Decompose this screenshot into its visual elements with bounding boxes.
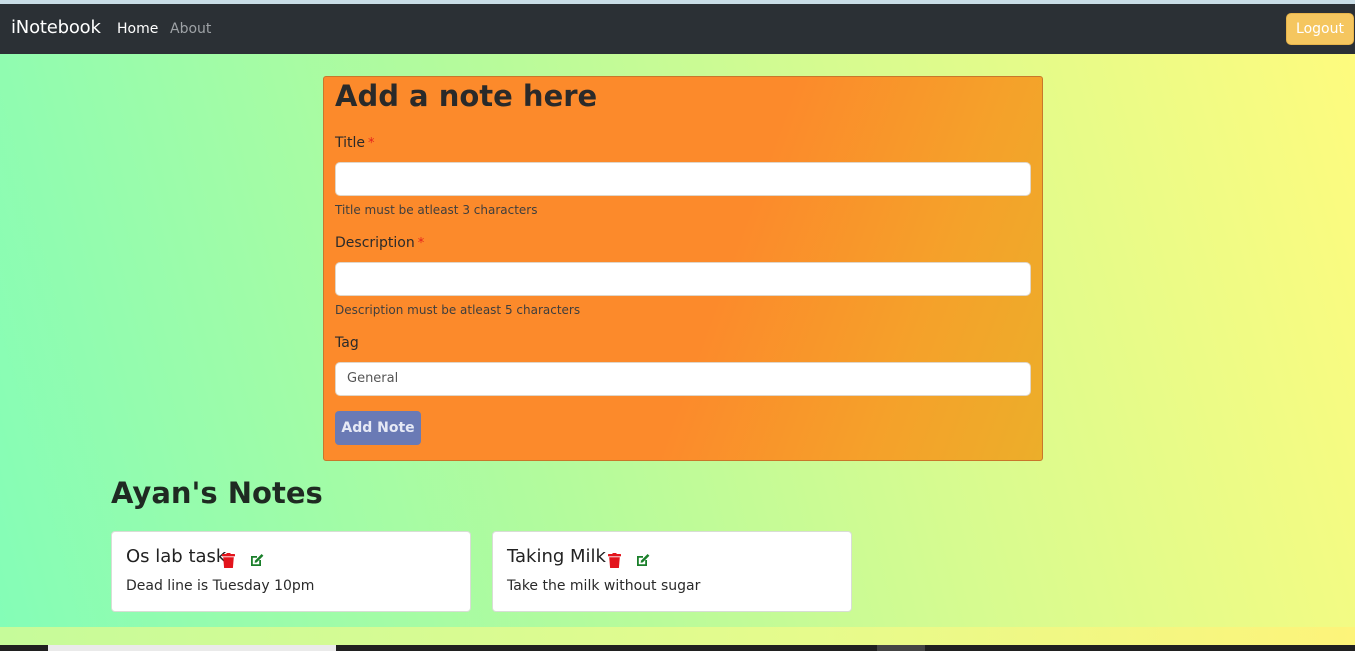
nav-link-home[interactable]: Home [117,21,158,37]
taskbar-item[interactable] [877,645,925,651]
logout-button[interactable]: Logout [1286,13,1354,45]
nav-link-about[interactable]: About [170,21,211,37]
note-title: Taking Milk [507,546,606,567]
note-description: Dead line is Tuesday 10pm [126,578,315,594]
title-hint: Title must be atleast 3 characters [335,203,538,217]
note-title: Os lab task [126,546,227,567]
notes-heading: Ayan's Notes [111,476,323,510]
add-note-form: Add a note here Title * Title must be atl… [323,76,1043,461]
taskbar-item[interactable] [48,645,336,651]
description-label: Description * [335,235,424,251]
title-input[interactable] [335,162,1031,196]
add-note-button[interactable]: Add Note [335,411,421,445]
edit-icon[interactable] [249,552,265,568]
edit-icon[interactable] [635,552,651,568]
required-asterisk: * [417,236,425,251]
main-content: Add a note here Title * Title must be atl… [0,54,1355,627]
description-input[interactable] [335,262,1031,296]
note-card: Taking Milk Take the milk without sugar [492,531,852,612]
description-hint: Description must be atleast 5 characters [335,303,581,317]
trash-icon[interactable] [222,553,235,568]
trash-icon[interactable] [608,553,621,568]
note-card: Os lab task Dead line is Tuesday 10pm [111,531,471,612]
page-bottom-strip [0,627,1355,645]
brand-logo[interactable]: iNotebook [11,17,101,38]
navbar: iNotebook Home About Logout [0,4,1355,54]
os-taskbar [0,645,1355,651]
tag-label: Tag [335,335,359,351]
note-description: Take the milk without sugar [507,578,701,594]
description-label-text: Description [335,235,415,251]
required-asterisk: * [368,136,375,151]
title-label: Title * [335,135,375,151]
form-heading: Add a note here [335,79,598,113]
tag-input[interactable]: General [335,362,1031,396]
title-label-text: Title [335,135,366,151]
